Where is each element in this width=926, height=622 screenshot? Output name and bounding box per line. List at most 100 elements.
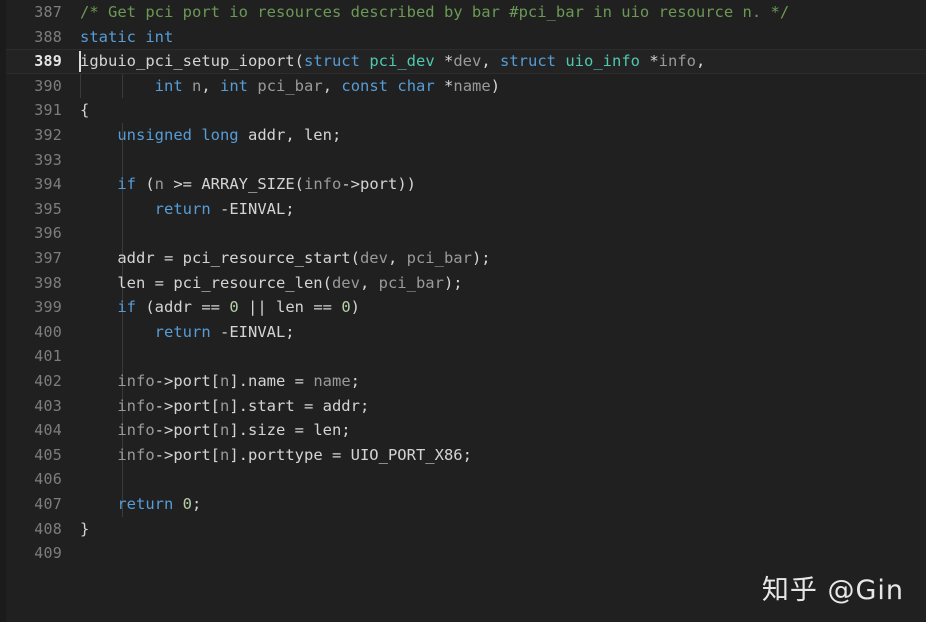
line-number[interactable]: 387: [0, 0, 62, 25]
code-token: *: [434, 52, 454, 71]
line-number[interactable]: 409: [0, 541, 62, 566]
line-number[interactable]: 393: [0, 148, 62, 173]
code-line[interactable]: 388 static int: [0, 25, 926, 50]
code-line[interactable]: 403 info->port[n].start = addr;: [0, 393, 926, 419]
code-token: 0: [341, 298, 351, 317]
code-line[interactable]: 391 {: [0, 98, 926, 123]
code-token: (: [136, 175, 155, 194]
code-line[interactable]: 396: [0, 221, 926, 246]
code-line[interactable]: 392 unsigned long addr, len;: [0, 123, 926, 148]
code-line[interactable]: 398 len = pci_resource_len(dev, pci_bar)…: [0, 270, 926, 296]
code-line[interactable]: 400 return -EINVAL;: [0, 319, 926, 345]
code-text: static int: [80, 25, 173, 50]
code-line[interactable]: 406: [0, 467, 926, 492]
code-token: n: [219, 396, 230, 415]
code-token: info: [117, 372, 155, 390]
code-token: return: [154, 199, 211, 218]
code-token: pci_bar: [378, 273, 444, 292]
line-number[interactable]: 390: [0, 74, 62, 99]
line-number[interactable]: 402: [0, 369, 62, 394]
code-token: return: [117, 495, 174, 513]
code-token: info: [304, 175, 342, 194]
code-token: int: [220, 76, 249, 95]
indent-guide: [122, 344, 123, 369]
line-number[interactable]: 395: [0, 197, 62, 222]
line-number[interactable]: 399: [0, 295, 62, 320]
code-line[interactable]: 404 info->port[n].size = len;: [0, 418, 926, 443]
code-text: /* Get pci port io resources described b…: [80, 0, 789, 25]
code-token: *: [640, 52, 659, 71]
code-token: dev: [331, 273, 360, 292]
line-number[interactable]: 391: [0, 98, 62, 123]
code-token: ): [350, 298, 361, 317]
code-line[interactable]: 395 return -EINVAL;: [0, 196, 926, 222]
indent-guide: [122, 467, 123, 492]
line-number[interactable]: 408: [0, 517, 62, 542]
line-number[interactable]: 403: [0, 394, 62, 419]
code-line[interactable]: 401: [0, 344, 926, 369]
code-token: return: [154, 322, 211, 341]
line-number[interactable]: 392: [0, 123, 62, 148]
line-number[interactable]: 406: [0, 467, 62, 492]
code-line[interactable]: 405 info->port[n].porttype = UIO_PORT_X8…: [0, 442, 926, 468]
code-token: n: [219, 445, 230, 464]
line-number[interactable]: 405: [0, 443, 62, 468]
line-number[interactable]: 388: [0, 25, 62, 50]
watermark: 知乎 @Gin: [761, 575, 904, 607]
code-token: n: [219, 372, 230, 390]
line-number[interactable]: 396: [0, 221, 62, 246]
code-line[interactable]: 393: [0, 147, 926, 173]
code-line[interactable]: 390 int n, int pci_bar, const char *name…: [0, 73, 926, 99]
line-number[interactable]: 398: [0, 271, 62, 296]
code-line[interactable]: 408}: [0, 517, 926, 542]
code-token: info: [117, 421, 155, 440]
code-token: ;: [350, 372, 360, 390]
code-token: 0: [182, 495, 193, 513]
code-text: if (n >= ARRAY_SIZE(info->port)): [80, 172, 416, 197]
indent-guide: [122, 147, 123, 173]
code-token: info: [658, 52, 696, 71]
code-token: -EINVAL;: [210, 322, 295, 341]
line-number[interactable]: 404: [0, 418, 62, 443]
code-line[interactable]: 394 if (n >= ARRAY_SIZE(info->port)): [0, 172, 926, 197]
line-number[interactable]: 400: [0, 320, 62, 345]
code-token: name: [313, 372, 351, 390]
line-number[interactable]: 397: [0, 246, 62, 271]
code-token: struct: [500, 52, 556, 71]
code-token: n: [192, 76, 202, 95]
line-number[interactable]: 394: [0, 172, 62, 197]
code-token: ].porttype = UIO_PORT_X86;: [229, 445, 472, 464]
code-line[interactable]: 387 /* Get pci port io resources describe…: [0, 0, 926, 25]
code-token: name: [453, 76, 491, 95]
code-line[interactable]: 407 return 0;: [0, 492, 926, 517]
code-line[interactable]: 389 igbuio_pci_setup_ioport(struct pci_de…: [0, 49, 926, 74]
code-token: pci_bar: [257, 76, 323, 95]
code-text: igbuio_pci_setup_ioport(struct pci_dev *…: [80, 49, 705, 74]
code-token: if: [117, 298, 136, 317]
line-number[interactable]: 407: [0, 492, 62, 517]
code-token: addr = pci_resource_start(: [80, 249, 360, 267]
code-token: const: [341, 76, 389, 95]
line-number[interactable]: 389: [0, 49, 62, 74]
code-token: struct: [303, 52, 360, 71]
code-line[interactable]: 397 addr = pci_resource_start(dev, pci_b…: [0, 246, 926, 271]
code-text: return -EINVAL;: [80, 320, 295, 345]
code-line[interactable]: 409: [0, 541, 926, 566]
line-number[interactable]: 401: [0, 344, 62, 369]
code-token: }: [80, 519, 90, 538]
code-token: ,: [322, 76, 342, 95]
code-line[interactable]: 402 info->port[n].name = name;: [0, 369, 926, 394]
code-token: pci_dev: [369, 52, 435, 71]
code-token: ].name =: [229, 372, 314, 390]
code-token: );: [443, 273, 463, 292]
code-token: static int: [80, 27, 174, 46]
code-line[interactable]: 399 if (addr == 0 || len == 0): [0, 295, 926, 320]
code-editor[interactable]: 387 /* Get pci port io resources describe…: [0, 0, 926, 622]
